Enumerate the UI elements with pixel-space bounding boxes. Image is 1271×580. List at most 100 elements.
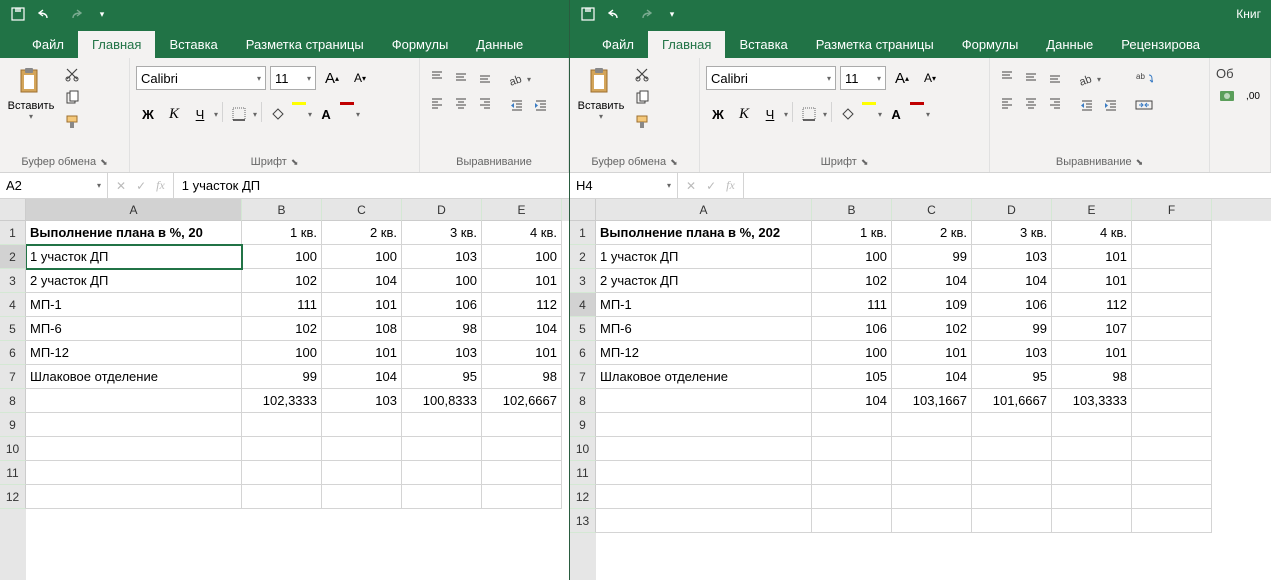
row-header[interactable]: 9 [570,413,596,437]
align-right-icon[interactable] [1044,92,1066,114]
cell[interactable] [892,437,972,461]
row-header[interactable]: 5 [570,317,596,341]
cell[interactable] [402,437,482,461]
fill-color-icon[interactable] [836,102,860,126]
underline-button[interactable]: Ч [758,102,782,126]
cell[interactable]: 101 [1052,341,1132,365]
tab-formulas[interactable]: Формулы [378,31,463,58]
select-all-corner[interactable] [570,199,596,221]
cell[interactable] [1052,461,1132,485]
number-format-icon[interactable]: ,00 [1242,85,1264,107]
row-header[interactable]: 2 [570,245,596,269]
launcher-icon[interactable]: ⬊ [100,157,108,168]
cell[interactable]: 3 кв. [402,221,482,245]
row-header[interactable]: 3 [570,269,596,293]
orientation-icon[interactable]: ab▾ [506,68,534,90]
cell[interactable]: 98 [402,317,482,341]
copy-icon[interactable] [62,88,82,108]
cell[interactable]: 107 [1052,317,1132,341]
cell[interactable]: МП-6 [26,317,242,341]
cell[interactable]: 98 [482,365,562,389]
tab-insert[interactable]: Вставка [725,31,801,58]
cell[interactable] [812,437,892,461]
cell[interactable]: 104 [812,389,892,413]
row-header[interactable]: 4 [0,293,26,317]
cell[interactable] [1132,341,1212,365]
tab-layout[interactable]: Разметка страницы [802,31,948,58]
cell[interactable]: 108 [322,317,402,341]
font-name-select[interactable]: Calibri▾ [706,66,836,90]
redo-icon[interactable] [636,6,652,22]
cell[interactable] [812,509,892,533]
cell[interactable] [596,389,812,413]
cell[interactable] [972,461,1052,485]
column-header[interactable]: C [322,199,402,221]
cell[interactable]: 100 [482,245,562,269]
cell[interactable]: 100 [402,269,482,293]
row-header[interactable]: 11 [0,461,26,485]
cell[interactable] [972,437,1052,461]
cell[interactable]: 2 кв. [892,221,972,245]
column-header[interactable]: F [1132,199,1212,221]
cell[interactable] [1132,221,1212,245]
cell[interactable] [1132,437,1212,461]
cell[interactable]: 106 [812,317,892,341]
cell[interactable]: 2 кв. [322,221,402,245]
cell[interactable]: 100 [242,245,322,269]
cell[interactable]: 104 [322,269,402,293]
cell[interactable]: 103 [972,245,1052,269]
cell[interactable] [1132,461,1212,485]
row-header[interactable]: 12 [570,485,596,509]
cell[interactable]: 103 [402,341,482,365]
cell[interactable] [322,461,402,485]
cell[interactable]: 101 [482,269,562,293]
row-header[interactable]: 10 [0,437,26,461]
cell[interactable] [482,461,562,485]
name-box[interactable]: H4▾ [570,173,678,198]
align-bottom-icon[interactable] [1044,66,1066,88]
formula-input[interactable] [744,173,1271,198]
cell[interactable] [1132,389,1212,413]
align-right-icon[interactable] [474,92,496,114]
font-size-select[interactable]: 11▾ [270,66,316,90]
cell[interactable] [812,413,892,437]
cell[interactable] [26,413,242,437]
cell[interactable] [1132,269,1212,293]
column-header[interactable]: A [596,199,812,221]
fx-icon[interactable]: fx [156,178,165,193]
cell[interactable]: 2 участок ДП [26,269,242,293]
cell[interactable]: 101 [322,341,402,365]
cell[interactable] [26,461,242,485]
enter-icon[interactable]: ✓ [136,179,146,193]
cell[interactable] [972,413,1052,437]
cell[interactable]: 1 участок ДП [596,245,812,269]
cell[interactable]: 101 [482,341,562,365]
cell[interactable] [1132,245,1212,269]
redo-icon[interactable] [66,6,82,22]
cell[interactable]: 99 [972,317,1052,341]
row-header[interactable]: 4 [570,293,596,317]
cell[interactable] [892,461,972,485]
bold-button[interactable]: Ж [136,102,160,126]
row-header[interactable]: 13 [570,509,596,533]
cell[interactable]: 102 [242,317,322,341]
cut-icon[interactable] [62,64,82,84]
cell[interactable]: 95 [972,365,1052,389]
save-icon[interactable] [580,6,596,22]
cell[interactable]: 112 [482,293,562,317]
column-header[interactable]: D [402,199,482,221]
cell[interactable] [596,437,812,461]
cell[interactable] [242,437,322,461]
launcher-icon[interactable]: ⬊ [1136,157,1144,168]
cell[interactable]: 95 [402,365,482,389]
tab-layout[interactable]: Разметка страницы [232,31,378,58]
cell[interactable]: 101 [1052,245,1132,269]
column-header[interactable]: A [26,199,242,221]
launcher-icon[interactable]: ⬊ [670,157,678,168]
align-center-icon[interactable] [450,92,472,114]
name-box[interactable]: A2▾ [0,173,108,198]
italic-button[interactable]: К [732,102,756,126]
cell[interactable] [1052,485,1132,509]
cell[interactable] [812,461,892,485]
column-header[interactable]: C [892,199,972,221]
